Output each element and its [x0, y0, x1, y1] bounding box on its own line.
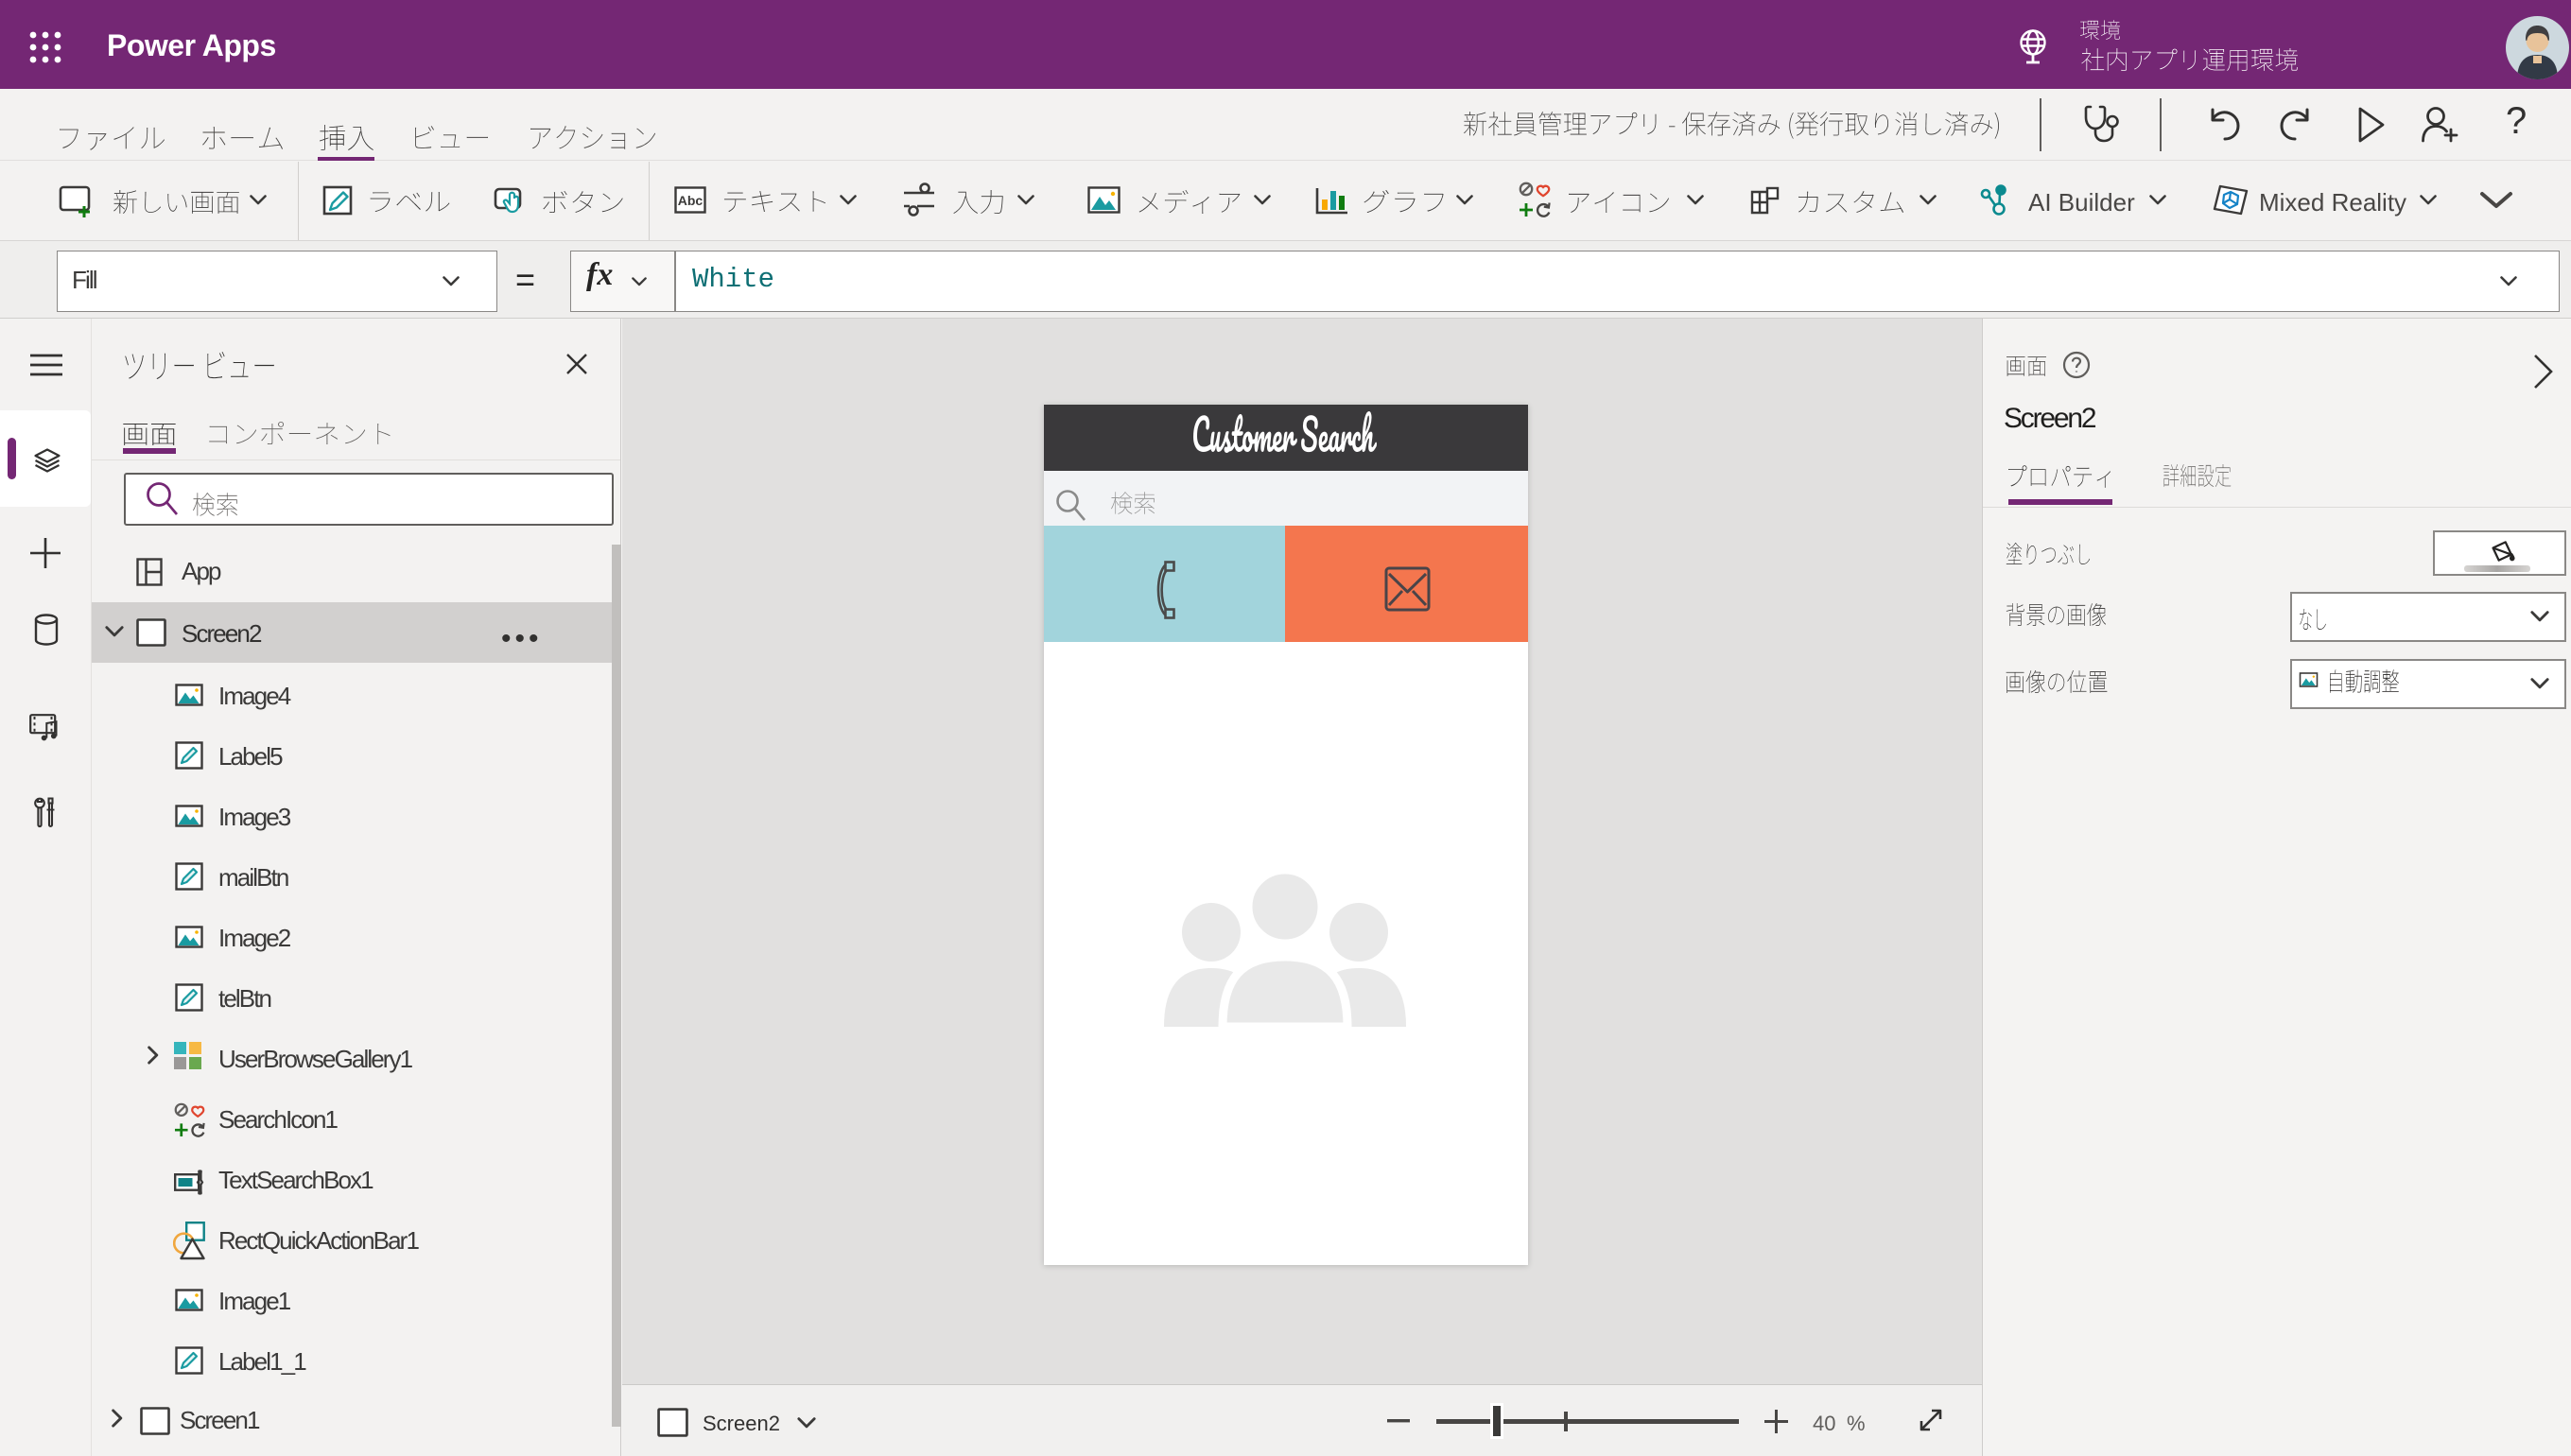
svg-text:Abc: Abc: [678, 193, 704, 208]
